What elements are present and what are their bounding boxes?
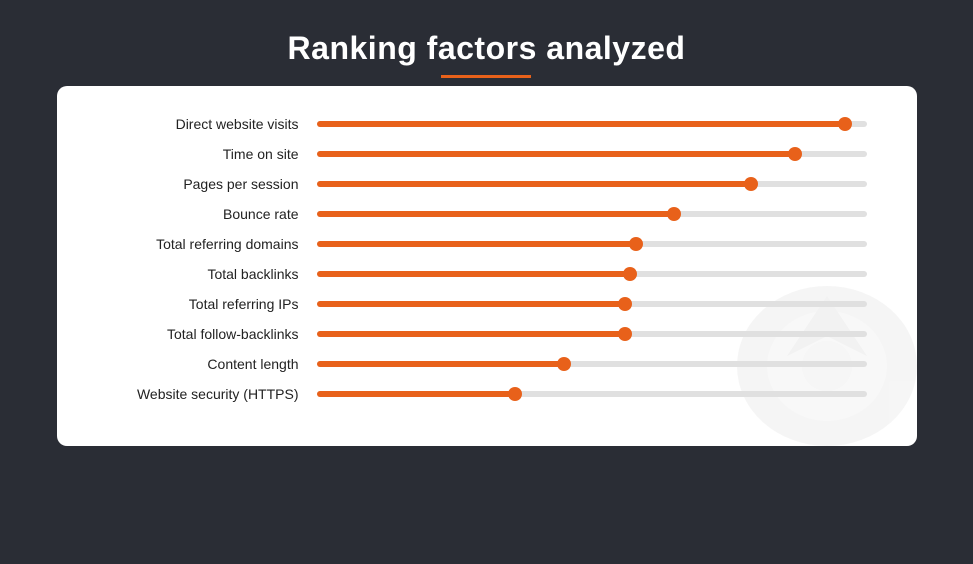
bar-fill [317, 211, 675, 217]
bar-dot [618, 327, 632, 341]
chart-card: Direct website visits Time on site Pages p… [57, 86, 917, 446]
chart-row: Time on site [97, 146, 867, 162]
bar-dot [508, 387, 522, 401]
bar-fill [317, 391, 515, 397]
bar-dot [557, 357, 571, 371]
bar-dot [788, 147, 802, 161]
bar-fill [317, 151, 796, 157]
row-label: Total backlinks [97, 266, 317, 282]
bar-fill [317, 361, 565, 367]
row-label: Total follow-backlinks [97, 326, 317, 342]
chart-row: Total referring domains [97, 236, 867, 252]
bar-track [317, 211, 867, 217]
chart-row: Content length [97, 356, 867, 372]
bar-track [317, 391, 867, 397]
bar-fill [317, 241, 636, 247]
bar-dot [629, 237, 643, 251]
chart-row: Bounce rate [97, 206, 867, 222]
title-underline [441, 75, 531, 78]
bar-fill [317, 181, 752, 187]
row-label: Total referring IPs [97, 296, 317, 312]
row-label: Total referring domains [97, 236, 317, 252]
bar-fill [317, 271, 631, 277]
row-label: Content length [97, 356, 317, 372]
bar-track [317, 331, 867, 337]
bar-track [317, 151, 867, 157]
chart-row: Website security (HTTPS) [97, 386, 867, 402]
bar-track [317, 181, 867, 187]
bar-dot [667, 207, 681, 221]
chart-row: Total referring IPs [97, 296, 867, 312]
bar-fill [317, 121, 845, 127]
row-label: Pages per session [97, 176, 317, 192]
bar-dot [838, 117, 852, 131]
header: Ranking factors analyzed [288, 30, 686, 78]
row-label: Website security (HTTPS) [97, 386, 317, 402]
row-label: Direct website visits [97, 116, 317, 132]
bar-fill [317, 301, 625, 307]
chart-row: Pages per session [97, 176, 867, 192]
bar-track [317, 121, 867, 127]
bar-track [317, 241, 867, 247]
bar-track [317, 301, 867, 307]
chart-row: Direct website visits [97, 116, 867, 132]
row-label: Time on site [97, 146, 317, 162]
bar-dot [623, 267, 637, 281]
chart-rows: Direct website visits Time on site Pages p… [97, 116, 867, 402]
bar-track [317, 361, 867, 367]
bar-fill [317, 331, 625, 337]
bar-dot [744, 177, 758, 191]
chart-row: Total follow-backlinks [97, 326, 867, 342]
page-title: Ranking factors analyzed [288, 30, 686, 67]
bar-dot [618, 297, 632, 311]
row-label: Bounce rate [97, 206, 317, 222]
bar-track [317, 271, 867, 277]
chart-row: Total backlinks [97, 266, 867, 282]
